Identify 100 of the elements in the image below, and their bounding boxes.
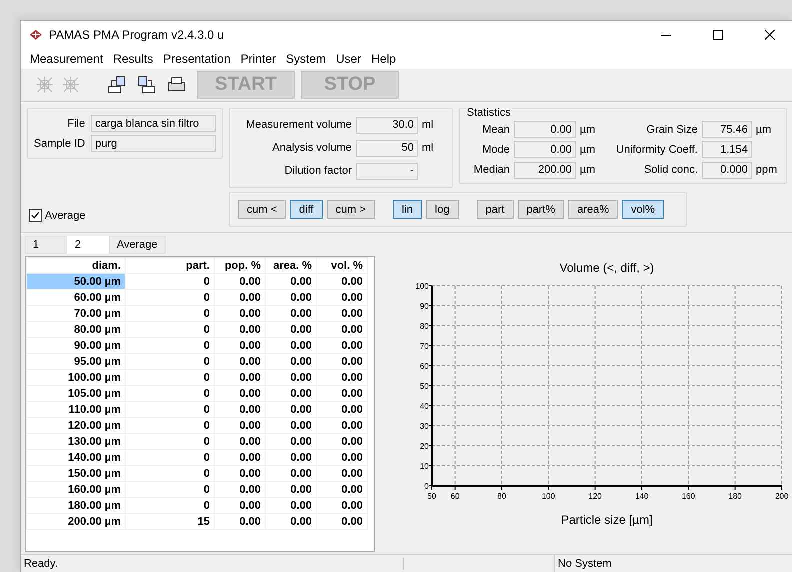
x-tick-label: 200 [775,492,789,501]
maximize-icon[interactable] [713,30,723,40]
table-cell: 0.00 [266,514,316,530]
column-header: vol. % [316,258,368,274]
average-checkbox[interactable]: Average [29,209,223,222]
table-cell: 0.00 [214,370,266,386]
table-cell: 0.00 [316,370,368,386]
app-logo-icon [29,29,43,41]
table-cell: 0.00 [214,450,266,466]
table-cell: 0.00 [316,466,368,482]
table-cell: 150.00 µm [26,466,126,482]
table-cell: 0.00 [214,498,266,514]
toggle-button[interactable]: cum > [326,200,376,219]
x-tick-label: 80 [498,492,506,501]
table-cell: 0.00 [316,514,368,530]
x-tick-label: 120 [588,492,602,501]
table-cell: 180.00 µm [26,498,126,514]
table-cell: 0.00 [266,290,316,306]
table-cell: 100.00 µm [26,370,126,386]
toggle-button[interactable]: area% [568,200,618,219]
table-cell: 0.00 [266,274,316,290]
table-cell: 0 [126,338,214,354]
table-cell: 0.00 [266,306,316,322]
table-cell: 0.00 [266,482,316,498]
table-cell: 0.00 [316,274,368,290]
status-text: No System [557,558,613,570]
stat-field: 1.154 [702,141,752,158]
stat-label: Solid conc. [643,164,698,176]
toggle-button[interactable]: vol% [622,200,664,219]
table-cell: 80.00 µm [26,322,126,338]
menu-item[interactable]: Measurement [25,52,108,66]
table-cell: 0.00 [266,466,316,482]
menu-item[interactable]: Presentation [158,52,236,66]
table-cell: 0.00 [214,466,266,482]
table-cell: 0.00 [214,402,266,418]
y-tick-label: 30 [420,422,429,431]
toggle-button[interactable]: diff [290,200,323,219]
field-label: Dilution factor [284,165,352,177]
unit-label: µm [580,144,597,156]
field-label: Sample ID [34,138,86,150]
column-header: diam. [26,258,126,274]
unit-label: µm [580,164,597,176]
table-cell: 0.00 [266,418,316,434]
table-cell: 0.00 [316,450,368,466]
stat-field: 200.00 [514,162,576,179]
toggle-button[interactable]: part% [518,200,564,219]
table-cell: 0.00 [316,354,368,370]
toggle-button[interactable]: lin [393,200,422,219]
stat-field: 0.000 [702,162,752,179]
column-header: pop. % [214,258,266,274]
text-field[interactable]: carga blanca sin filtro [91,115,216,132]
x-axis-label: Particle size [µm] [561,513,653,527]
x-tick-label: 100 [542,492,556,501]
field-label: File [66,118,86,130]
x-tick-label: 160 [682,492,696,501]
export-icon[interactable] [107,75,127,95]
y-tick-label: 10 [420,462,429,471]
table-cell: 160.00 µm [26,482,126,498]
value-field: 50 [356,140,418,156]
stat-field: 0.00 [514,121,576,138]
table-cell: 0.00 [266,322,316,338]
menu-item[interactable]: Printer [236,52,282,66]
field-label: Measurement volume [245,119,352,131]
x-tick-label: 180 [728,492,742,501]
checkmark-icon [31,211,40,220]
tab[interactable]: 1 [25,236,67,254]
unit-label: µm [756,124,773,136]
table-cell: 0.00 [214,482,266,498]
table-cell: 0 [126,290,214,306]
table-cell: 0.00 [214,290,266,306]
stat-label: Mode [481,144,510,156]
table-cell: 0.00 [316,338,368,354]
table-cell: 60.00 µm [26,290,126,306]
menu-item[interactable]: Help [366,52,402,66]
table-cell: 200.00 µm [26,514,126,530]
table-cell: 0.00 [316,482,368,498]
menu-item[interactable]: User [331,52,366,66]
close-icon[interactable] [765,30,775,40]
table-cell: 0.00 [266,386,316,402]
table-cell: 0 [126,386,214,402]
table-cell: 0.00 [316,290,368,306]
table-cell: 0 [126,498,214,514]
toggle-button[interactable]: cum < [238,200,286,219]
table-cell: 0.00 [214,306,266,322]
table-cell: 0 [126,370,214,386]
menu-item[interactable]: System [281,52,332,66]
text-field[interactable]: purg [91,135,216,152]
value-field: - [356,162,418,180]
tab[interactable]: 2 [67,236,109,254]
unit-label: µm [580,124,597,136]
menu-item[interactable]: Results [108,52,158,66]
import-icon[interactable] [137,75,157,95]
status-text: Ready. [21,558,404,570]
y-tick-label: 90 [420,302,429,311]
table-cell: 50.00 µm [26,274,126,290]
tab[interactable]: Average [109,236,166,254]
toggle-button[interactable]: part [476,200,514,219]
stat-label: Grain Size [646,124,698,136]
toggle-button[interactable]: log [426,200,459,219]
table-cell: 0 [126,482,214,498]
